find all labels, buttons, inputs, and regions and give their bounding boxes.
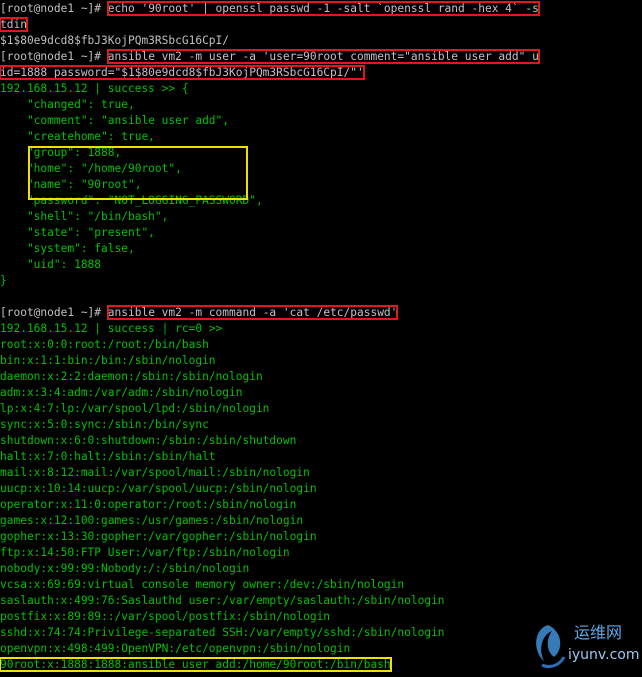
terminal-text: } bbox=[0, 274, 7, 287]
highlighted-command-text: id=1888 password="$1$80e9dcd8$fbJ3KojPQm… bbox=[0, 65, 365, 80]
terminal-text: "state": "present", bbox=[0, 226, 155, 239]
terminal-line: "uid": 1888 bbox=[0, 257, 642, 273]
terminal-text: [root@node1 ~]# bbox=[0, 306, 108, 319]
terminal-line: daemon:x:2:2:daemon:/sbin:/sbin/nologin bbox=[0, 369, 642, 385]
terminal-line: halt:x:7:0:halt:/sbin:/sbin/halt bbox=[0, 449, 642, 465]
terminal-line: "state": "present", bbox=[0, 225, 642, 241]
terminal-text: [root@node1 ~]# bbox=[0, 50, 108, 63]
terminal-text: sshd:x:74:74:Privilege-separated SSH:/va… bbox=[0, 626, 445, 639]
terminal-text: "changed": true, bbox=[0, 98, 135, 111]
site-watermark: 运维网 iyunv.com bbox=[528, 621, 640, 673]
terminal-line: uucp:x:10:14:uucp:/var/spool/uucp:/sbin/… bbox=[0, 481, 642, 497]
terminal-line: gopher:x:13:30:gopher:/var/gopher:/sbin/… bbox=[0, 529, 642, 545]
terminal-text: "password": "NOT_LOGGING_PASSWORD", bbox=[0, 194, 263, 207]
terminal-text: games:x:12:100:games:/usr/games:/sbin/no… bbox=[0, 514, 304, 527]
terminal-text: [root@node1 ~]# bbox=[0, 2, 108, 15]
terminal-text: 192.168.15.12 | success | rc=0 >> bbox=[0, 322, 223, 335]
watermark-domain: iyunv.com bbox=[568, 647, 640, 663]
terminal-text: vcsa:x:69:69:virtual console memory owne… bbox=[0, 578, 405, 591]
terminal-line: operator:x:11:0:operator:/root:/sbin/nol… bbox=[0, 497, 642, 513]
terminal-line: "createhome": true, bbox=[0, 129, 642, 145]
terminal-line: "shell": "/bin/bash", bbox=[0, 209, 642, 225]
terminal-text: gopher:x:13:30:gopher:/var/gopher:/sbin/… bbox=[0, 530, 317, 543]
terminal-line: 192.168.15.12 | success | rc=0 >> bbox=[0, 321, 642, 337]
terminal-text: $1$80e9dcd8$fbJ3KojPQm3RSbcG16CpI/ bbox=[0, 34, 230, 47]
swirl-logo-icon bbox=[536, 625, 566, 669]
terminal-line: saslauth:x:499:76:Saslauthd user:/var/em… bbox=[0, 593, 642, 609]
terminal-text: bin:x:1:1:bin:/bin:/sbin/nologin bbox=[0, 354, 216, 367]
terminal-text: operator:x:11:0:operator:/root:/sbin/nol… bbox=[0, 498, 297, 511]
terminal-text: halt:x:7:0:halt:/sbin:/sbin/halt bbox=[0, 450, 216, 463]
terminal-line: 192.168.15.12 | success >> { bbox=[0, 81, 642, 97]
terminal-line: id=1888 password="$1$80e9dcd8$fbJ3KojPQm… bbox=[0, 65, 642, 81]
highlighted-command-text: tdin bbox=[0, 17, 28, 32]
terminal-line: $1$80e9dcd8$fbJ3KojPQm3RSbcG16CpI/ bbox=[0, 33, 642, 49]
terminal-line: [root@node1 ~]# echo '90root' | openssl … bbox=[0, 1, 642, 17]
terminal-text: nobody:x:99:99:Nobody:/:/sbin/nologin bbox=[0, 562, 250, 575]
terminal-text: "createhome": true, bbox=[0, 130, 155, 143]
terminal-text: daemon:x:2:2:daemon:/sbin:/sbin/nologin bbox=[0, 370, 263, 383]
terminal-line: tdin bbox=[0, 17, 642, 33]
terminal-line: vcsa:x:69:69:virtual console memory owne… bbox=[0, 577, 642, 593]
terminal-line: nobody:x:99:99:Nobody:/:/sbin/nologin bbox=[0, 561, 642, 577]
terminal-line: mail:x:8:12:mail:/var/spool/mail:/sbin/n… bbox=[0, 465, 642, 481]
terminal-text: saslauth:x:499:76:Saslauthd user:/var/em… bbox=[0, 594, 445, 607]
highlighted-command-text: ansible vm2 -m command -a 'cat /etc/pass… bbox=[106, 305, 399, 320]
terminal-text: "comment": "ansible user add", bbox=[0, 114, 230, 127]
terminal-line: games:x:12:100:games:/usr/games:/sbin/no… bbox=[0, 513, 642, 529]
terminal-output[interactable]: [root@node1 ~]# echo '90root' | openssl … bbox=[0, 1, 642, 673]
terminal-text: adm:x:3:4:adm:/var/adm:/sbin/nologin bbox=[0, 386, 243, 399]
terminal-text: "shell": "/bin/bash", bbox=[0, 210, 169, 223]
terminal-line: lp:x:4:7:lp:/var/spool/lpd:/sbin/nologin bbox=[0, 401, 642, 417]
terminal-text: mail:x:8:12:mail:/var/spool/mail:/sbin/n… bbox=[0, 466, 310, 479]
terminal-line: [root@node1 ~]# ansible vm2 -m command -… bbox=[0, 305, 642, 321]
terminal-text: "name": "90root", bbox=[0, 178, 142, 191]
terminal-line: shutdown:x:6:0:shutdown:/sbin:/sbin/shut… bbox=[0, 433, 642, 449]
terminal-line: "password": "NOT_LOGGING_PASSWORD", bbox=[0, 193, 642, 209]
highlighted-command-text: ansible vm2 -m user -a 'user=90root comm… bbox=[106, 49, 540, 64]
terminal-line: "system": false, bbox=[0, 241, 642, 257]
terminal-text: "system": false, bbox=[0, 242, 135, 255]
terminal-text: shutdown:x:6:0:shutdown:/sbin:/sbin/shut… bbox=[0, 434, 297, 447]
terminal-line: [root@node1 ~]# ansible vm2 -m user -a '… bbox=[0, 49, 642, 65]
terminal-text: sync:x:5:0:sync:/sbin:/bin/sync bbox=[0, 418, 209, 431]
terminal-text: "home": "/home/90root", bbox=[0, 162, 182, 175]
terminal-line: sync:x:5:0:sync:/sbin:/bin/sync bbox=[0, 417, 642, 433]
terminal-line: "name": "90root", bbox=[0, 177, 642, 193]
terminal-line: root:x:0:0:root:/root:/bin/bash bbox=[0, 337, 642, 353]
highlighted-command-text: echo '90root' | openssl passwd -1 -salt … bbox=[106, 1, 540, 16]
terminal-text: openvpn:x:498:499:OpenVPN:/etc/openvpn:/… bbox=[0, 642, 351, 655]
terminal-text: 192.168.15.12 | success >> { bbox=[0, 82, 189, 95]
terminal-line: "changed": true, bbox=[0, 97, 642, 113]
terminal-line: adm:x:3:4:adm:/var/adm:/sbin/nologin bbox=[0, 385, 642, 401]
terminal-text: ftp:x:14:50:FTP User:/var/ftp:/sbin/nolo… bbox=[0, 546, 290, 559]
terminal-line: bin:x:1:1:bin:/bin:/sbin/nologin bbox=[0, 353, 642, 369]
terminal-line: "group": 1888, bbox=[0, 145, 642, 161]
highlighted-command-text: 90root:x:1888:1888:ansible user add:/hom… bbox=[0, 657, 392, 672]
terminal-text: uucp:x:10:14:uucp:/var/spool/uucp:/sbin/… bbox=[0, 482, 317, 495]
watermark-title: 运维网 bbox=[574, 623, 623, 642]
terminal-line: } bbox=[0, 273, 642, 289]
terminal-text: root:x:0:0:root:/root:/bin/bash bbox=[0, 338, 209, 351]
terminal-line: "home": "/home/90root", bbox=[0, 161, 642, 177]
terminal-text: postfix:x:89:89::/var/spool/postfix:/sbi… bbox=[0, 610, 331, 623]
terminal-text: "uid": 1888 bbox=[0, 258, 102, 271]
terminal-text: "group": 1888, bbox=[0, 146, 122, 159]
terminal-line: "comment": "ansible user add", bbox=[0, 113, 642, 129]
terminal-text: lp:x:4:7:lp:/var/spool/lpd:/sbin/nologin bbox=[0, 402, 270, 415]
terminal-line: ftp:x:14:50:FTP User:/var/ftp:/sbin/nolo… bbox=[0, 545, 642, 561]
